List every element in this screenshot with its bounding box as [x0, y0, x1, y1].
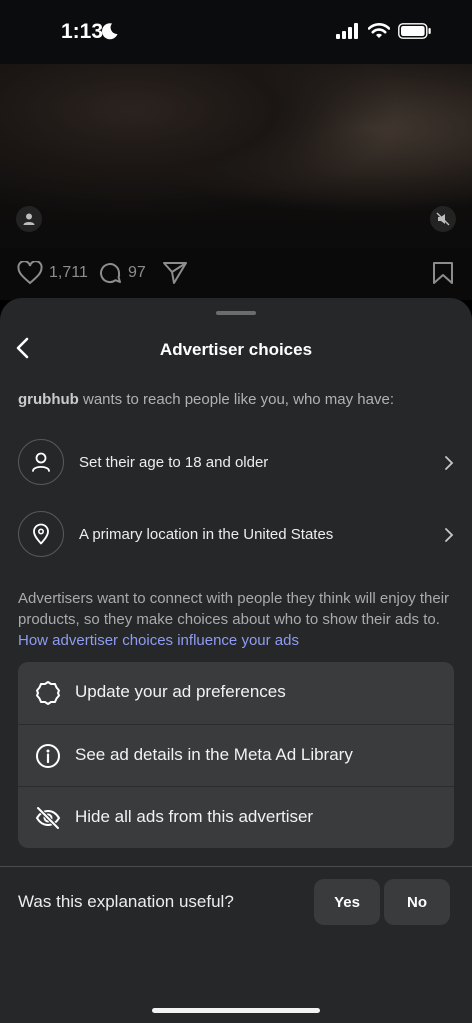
speaker-muted-icon [436, 212, 450, 226]
like-count: 1,711 [49, 264, 88, 281]
intro-text: grubhub wants to reach people like you, … [18, 391, 395, 408]
battery-icon [398, 23, 431, 39]
options-card: Update your ad preferences See ad detail… [18, 662, 454, 848]
wifi-icon [368, 23, 390, 38]
eye-slash-icon [35, 806, 61, 830]
bookmark-icon[interactable] [432, 261, 454, 285]
heart-icon [17, 261, 43, 285]
share-icon[interactable] [162, 261, 188, 285]
reason-label: Set their age to 18 and older [79, 454, 269, 471]
update-ad-preferences-button[interactable]: Update your ad preferences [18, 662, 454, 724]
home-indicator[interactable] [152, 1008, 320, 1013]
reason-item-location[interactable]: A primary location in the United States [18, 511, 454, 559]
divider [0, 866, 472, 867]
hide-advertiser-ads-button[interactable]: Hide all ads from this advertiser [18, 787, 454, 848]
option-label: See ad details in the Meta Ad Library [75, 745, 353, 764]
gear-icon [36, 681, 60, 705]
like-action[interactable]: 1,711 [17, 261, 88, 285]
advertiser-choices-link[interactable]: How advertiser choices influence your ad… [18, 632, 299, 649]
feedback-no-button[interactable]: No [384, 879, 450, 925]
chevron-right-icon [445, 456, 454, 470]
status-time: 1:13 [61, 20, 104, 43]
person-icon [23, 213, 35, 225]
person-icon [32, 452, 50, 472]
chevron-right-icon [445, 528, 454, 542]
option-label: Update your ad preferences [75, 682, 286, 701]
post-actions: 1,711 97 [0, 248, 472, 300]
sheet-drag-handle[interactable] [216, 311, 256, 315]
explanation-text: Advertisers want to connect with people … [18, 590, 450, 649]
mute-button[interactable] [430, 206, 456, 232]
location-pin-icon [33, 523, 49, 545]
feedback-yes-button[interactable]: Yes [314, 879, 380, 925]
reason-label: A primary location in the United States [79, 526, 334, 543]
comment-count: 97 [128, 264, 146, 281]
advertiser-name[interactable]: grubhub [18, 391, 79, 408]
feedback-question: Was this explanation useful? [18, 892, 234, 911]
moon-icon [101, 23, 118, 40]
cellular-signal-icon [336, 23, 358, 39]
info-icon [36, 744, 60, 768]
reason-item-age[interactable]: Set their age to 18 and older [18, 439, 454, 487]
advertiser-choices-sheet: Advertiser choices grubhub wants to reac… [0, 298, 472, 1023]
sheet-title: Advertiser choices [159, 340, 313, 359]
post-video[interactable] [0, 64, 472, 248]
comment-icon [100, 263, 121, 284]
tagged-users-button[interactable] [16, 206, 42, 232]
meta-ad-library-button[interactable]: See ad details in the Meta Ad Library [18, 725, 454, 787]
comment-action[interactable]: 97 [98, 261, 146, 285]
option-label: Hide all ads from this advertiser [75, 807, 314, 826]
status-bar: 1:13 [0, 0, 472, 64]
